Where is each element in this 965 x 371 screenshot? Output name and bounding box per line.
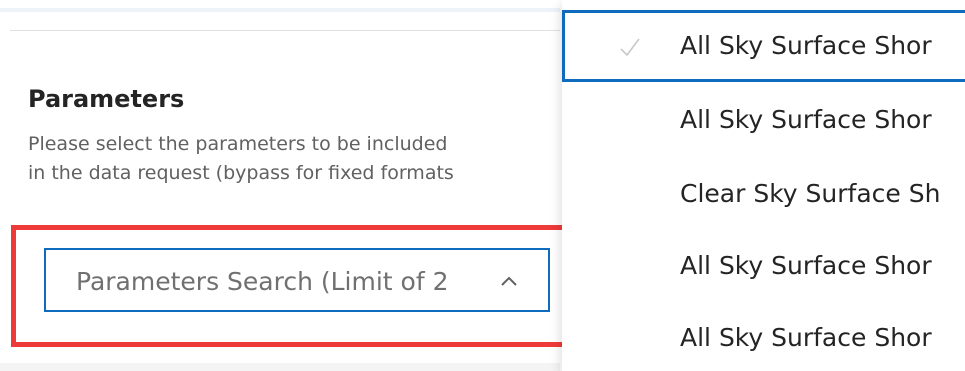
dropdown-option-label: All Sky Surface Shor xyxy=(680,105,932,134)
bottom-divider xyxy=(0,363,560,371)
top-accent-bar xyxy=(0,8,560,12)
parameters-title: Parameters xyxy=(28,85,185,113)
parameters-description: Please select the parameters to be inclu… xyxy=(28,130,568,188)
dropdown-option-5[interactable]: All Sky Surface Shor xyxy=(562,302,965,371)
chevron-up-icon[interactable] xyxy=(498,270,520,292)
dropdown-option-label: All Sky Surface Shor xyxy=(680,323,932,352)
dropdown-option-label: Clear Sky Surface Sh xyxy=(680,179,941,208)
dropdown-option-2[interactable]: All Sky Surface Shor xyxy=(562,84,965,156)
top-divider xyxy=(10,30,560,31)
dropdown-option-1[interactable]: All Sky Surface Shor xyxy=(562,10,965,82)
dropdown-option-label: All Sky Surface Shor xyxy=(680,251,932,280)
parameters-description-line-2: in the data request (bypass for fixed fo… xyxy=(28,162,454,184)
check-icon xyxy=(618,35,642,59)
parameters-description-line-1: Please select the parameters to be inclu… xyxy=(28,133,448,155)
dropdown-option-3[interactable]: Clear Sky Surface Sh xyxy=(562,158,965,230)
page: Parameters Please select the parameters … xyxy=(0,0,965,371)
parameters-search-placeholder: Parameters Search (Limit of 2 xyxy=(76,267,449,296)
dropdown-option-4[interactable]: All Sky Surface Shor xyxy=(562,230,965,302)
dropdown-option-label: All Sky Surface Shor xyxy=(680,31,932,60)
parameters-dropdown-listbox: All Sky Surface Shor All Sky Surface Sho… xyxy=(562,0,965,371)
parameters-search-combobox[interactable]: Parameters Search (Limit of 2 xyxy=(44,248,550,312)
